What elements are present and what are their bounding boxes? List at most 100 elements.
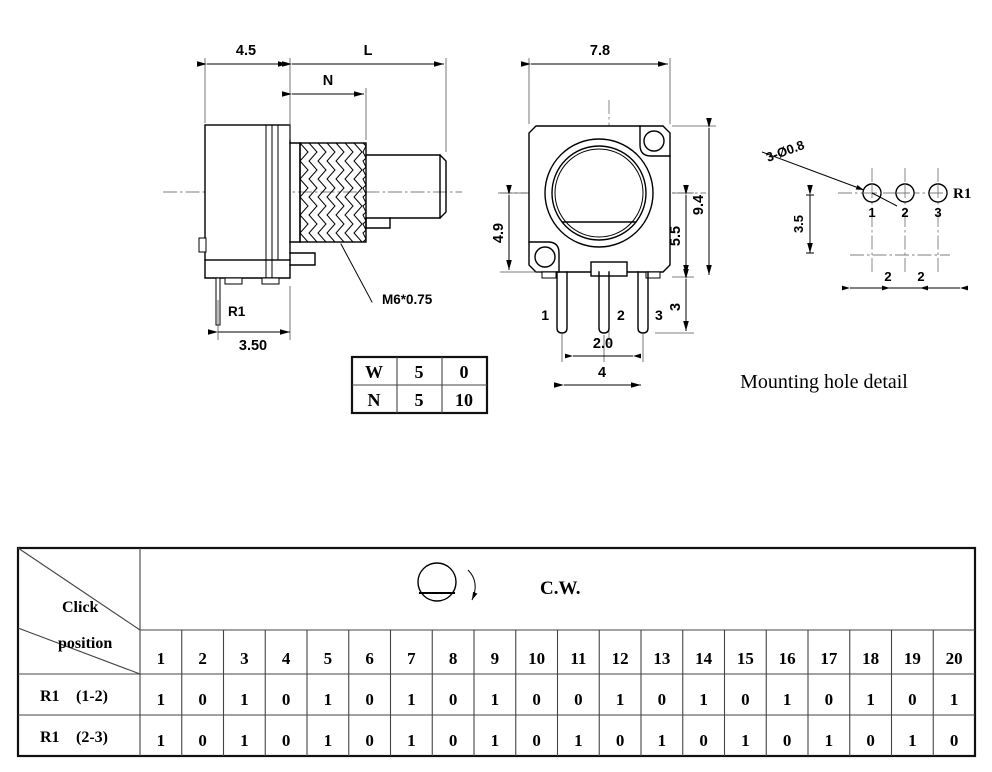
click-table-r1-23-value-2: 0 [198,731,207,750]
click-table-r1-12-value-18: 1 [866,690,875,709]
wn-row-1-value-1: 10 [455,390,473,410]
dim-3-text: 3 [668,303,684,311]
dim-4p5: 4.5 [197,43,288,67]
mhd-dim-3p5-text: 3.5 [791,215,806,233]
click-table-r1-12-value-9: 1 [491,690,500,709]
click-table-header-16: 16 [779,649,796,668]
click-table-r1-12-value-3: 1 [240,690,249,709]
click-table-header-13: 13 [653,649,670,668]
side-view-bushing-base [289,142,301,243]
wn-row-0-value-1: 0 [460,362,469,382]
click-table-header-11: 11 [570,649,586,668]
mhd-hole-label-1: 1 [868,205,875,220]
click-table-header-18: 18 [862,649,879,668]
click-table-r1-12-value-8: 0 [449,690,458,709]
mounting-hole-detail-group: 1 2 3 R1 3-Ø0.8 3.5 2 2 Mounting hole de… [740,137,971,393]
click-table-r1-12-value-14: 1 [699,690,708,709]
front-view-body [528,125,671,273]
click-table-r1-12-value-11: 0 [574,690,583,709]
click-table-r1-12-value-20: 1 [950,690,959,709]
click-table-header-5: 5 [324,649,333,668]
click-table-row-0-label-right: (1-2) [76,688,108,705]
dim-4: 4 [554,365,641,388]
mhd-dim-pitch-2: 2 [917,269,924,284]
click-table-header-19: 19 [904,649,921,668]
click-table-r1-12-value-1: 1 [157,690,166,709]
front-view-pin-label-2: 2 [617,307,625,323]
click-table-r1-23-value-13: 1 [658,731,667,750]
click-table-header-2: 2 [198,649,207,668]
click-table-r1-23-value-14: 0 [699,731,708,750]
click-table-r1-23-value-11: 1 [574,731,583,750]
dim-L: L [282,43,444,67]
click-table-r1-12-value-4: 0 [282,690,291,709]
front-view-pin-label-1: 1 [541,307,549,323]
click-table-r1-23-value-6: 0 [365,731,374,750]
dim-L-text: L [364,43,373,59]
side-view-shaft-step [365,217,391,229]
dim-N: N [282,73,364,97]
mhd-hole-label-2: 2 [901,205,908,220]
front-view-pin-3 [637,271,649,334]
click-table-header-15: 15 [737,649,754,668]
side-view-r1-label: R1 [228,304,246,319]
side-view-lower-housing [204,259,291,279]
click-table-header-3: 3 [240,649,249,668]
side-view-foot-right [261,277,280,285]
dim-7p8: 7.8 [521,43,668,67]
click-table-corner-label-2: position [58,635,112,652]
click-table-r1-12-value-7: 1 [407,690,416,709]
drawing-canvas: M6*0.75 R1 4.5 L N 3.50 W 5 0 N 5 10 1 2… [0,0,992,772]
click-table-r1-23-value-17: 1 [825,731,834,750]
click-table-r1-12-value-13: 0 [658,690,667,709]
front-view-foot-left [541,271,557,279]
click-table-r1-23-value-20: 0 [950,731,959,750]
click-table-r1-12-value-15: 0 [741,690,750,709]
technical-drawing-svg: M6*0.75 R1 4.5 L N 3.50 W 5 0 N 5 10 1 2… [16,43,977,758]
side-view-thread [299,142,367,243]
click-table-header-1: 1 [157,649,166,668]
click-table-header-6: 6 [365,649,374,668]
dim-5p5-text: 5.5 [668,226,684,246]
dim-9p4-text: 9.4 [691,195,707,215]
dim-N-text: N [323,73,333,89]
front-view-pin-1 [556,271,568,334]
dim-4p9-text: 4.9 [491,223,507,243]
click-table-r1-23-value-10: 0 [532,731,541,750]
click-table-header-14: 14 [695,649,713,668]
click-table-header-7: 7 [407,649,416,668]
front-view-group: 1 2 3 7.8 4.9 5.5 3 9.4 2.0 4 [491,43,716,388]
dim-4p5-text: 4.5 [236,43,256,59]
side-view-left-tab [198,237,207,253]
click-table-row-1-label-left: R1 [40,729,60,746]
click-table-r1-23-value-12: 0 [616,731,625,750]
click-table-r1-12-value-5: 1 [324,690,333,709]
click-table-row-1-label-right: (2-3) [76,729,108,746]
front-view-pin-2 [598,271,610,334]
click-table-header-17: 17 [820,649,838,668]
side-view-foot-left [224,277,243,285]
click-table-r1-23-value-16: 0 [783,731,792,750]
dim-3p50-text: 3.50 [239,338,267,354]
click-table-row-0-label-left: R1 [40,688,60,705]
click-table-r1-23-value-18: 0 [866,731,875,750]
side-view-group: M6*0.75 R1 4.5 L N 3.50 [163,43,462,354]
click-table-r1-23-value-5: 1 [324,731,333,750]
mhd-dim-pitch-1: 2 [884,269,891,284]
thread-spec-label: M6*0.75 [382,292,433,307]
dim-2p0-text: 2.0 [593,336,613,352]
click-table-r1-12-value-16: 1 [783,690,792,709]
mhd-r1-label: R1 [953,186,971,202]
click-table-r1-23-value-4: 0 [282,731,291,750]
click-table-header-10: 10 [528,649,545,668]
click-table-header-20: 20 [946,649,963,668]
click-table-r1-12-value-10: 0 [532,690,541,709]
dim-4p9: 4.9 [491,185,512,270]
click-table-header-8: 8 [449,649,458,668]
click-table-r1-23-value-9: 1 [491,731,500,750]
dim-3p50: 3.50 [208,329,290,354]
click-table-r1-12-value-2: 0 [198,690,207,709]
dim-2p0: 2.0 [565,336,641,359]
mhd-hole-label-3: 3 [934,205,941,220]
click-table-r1-12-value-19: 0 [908,690,917,709]
